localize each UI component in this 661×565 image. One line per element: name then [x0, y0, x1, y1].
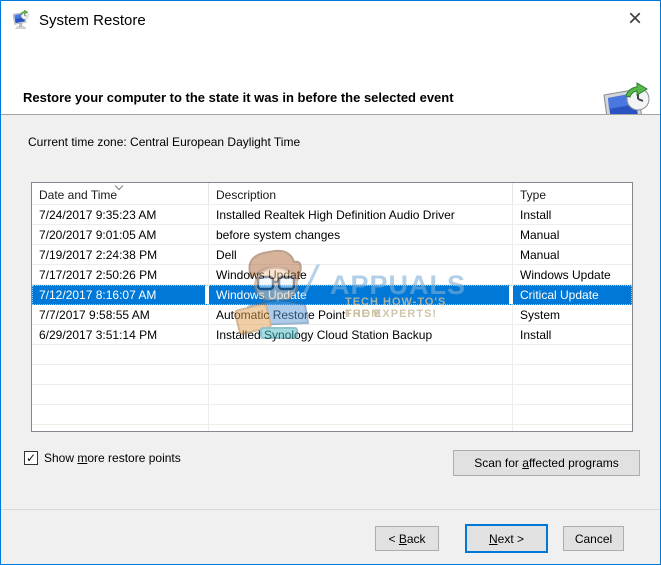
table-row[interactable]: 7/19/2017 2:24:38 PMDellManual	[32, 245, 632, 265]
cell-description	[209, 345, 513, 365]
column-header-date[interactable]: Date and Time	[32, 183, 209, 204]
footer-separator	[1, 509, 661, 510]
cell-date: 7/7/2017 9:58:55 AM	[32, 305, 209, 325]
cell-description: Installed Synology Cloud Station Backup	[209, 325, 513, 345]
close-icon[interactable]: ×	[620, 4, 650, 34]
scan-affected-programs-button[interactable]: Scan for affected programs	[453, 450, 640, 476]
cell-date	[32, 345, 209, 365]
cell-type	[513, 385, 632, 405]
back-button[interactable]: < Back	[375, 526, 439, 551]
show-more-restore-points-checkbox[interactable]: ✓ Show more restore points	[24, 451, 181, 465]
column-header-description[interactable]: Description	[209, 183, 513, 204]
cell-date: 7/24/2017 9:35:23 AM	[32, 205, 209, 225]
table-row[interactable]: 7/24/2017 9:35:23 AMInstalled Realtek Hi…	[32, 205, 632, 225]
next-button[interactable]: Next >	[465, 524, 548, 553]
sort-descending-icon	[116, 185, 124, 191]
cell-type: Manual	[513, 245, 632, 265]
cell-description: Windows Update	[209, 265, 513, 285]
cell-date	[32, 365, 209, 385]
system-restore-icon	[11, 10, 31, 30]
cell-type	[513, 425, 632, 432]
table-empty-row	[32, 385, 632, 405]
cell-description	[209, 365, 513, 385]
cell-type	[513, 405, 632, 425]
cell-description: Automatic Restore Point	[209, 305, 513, 325]
table-empty-row	[32, 345, 632, 365]
table-empty-row	[32, 405, 632, 425]
timezone-label: Current time zone: Central European Dayl…	[28, 135, 300, 149]
cell-description: before system changes	[209, 225, 513, 245]
cell-type: System	[513, 305, 632, 325]
page-title: Restore your computer to the state it wa…	[23, 90, 454, 105]
table-row[interactable]: 7/17/2017 2:50:26 PMWindows UpdateWindow…	[32, 265, 632, 285]
checkbox-label: Show more restore points	[44, 451, 181, 465]
table-header-row: Date and Time Description Type	[32, 183, 632, 205]
cancel-button[interactable]: Cancel	[563, 526, 624, 551]
cell-type: Critical Update	[513, 285, 632, 305]
cell-type: Install	[513, 205, 632, 225]
titlebar: System Restore ×	[1, 1, 660, 41]
cell-description	[209, 425, 513, 432]
table-body: 7/24/2017 9:35:23 AMInstalled Realtek Hi…	[32, 205, 632, 432]
cell-type	[513, 345, 632, 365]
cell-date: 6/29/2017 3:51:14 PM	[32, 325, 209, 345]
cell-description	[209, 385, 513, 405]
checkmark-icon: ✓	[26, 452, 36, 464]
cell-type: Install	[513, 325, 632, 345]
cell-description: Windows Update	[209, 285, 513, 305]
cell-date	[32, 385, 209, 405]
cell-type	[513, 365, 632, 385]
restore-points-table[interactable]: Date and Time Description Type 7/24/2017…	[31, 182, 633, 432]
cell-type: Manual	[513, 225, 632, 245]
header-band: Restore your computer to the state it wa…	[1, 41, 660, 114]
cell-date	[32, 425, 209, 432]
table-row[interactable]: 7/12/2017 8:16:07 AMWindows UpdateCritic…	[32, 285, 632, 305]
cell-description: Dell	[209, 245, 513, 265]
cell-date: 7/17/2017 2:50:26 PM	[32, 265, 209, 285]
column-header-type[interactable]: Type	[513, 183, 632, 204]
cell-type: Windows Update	[513, 265, 632, 285]
cell-date: 7/20/2017 9:01:05 AM	[32, 225, 209, 245]
cell-date: 7/19/2017 2:24:38 PM	[32, 245, 209, 265]
table-empty-row	[32, 425, 632, 432]
window-title: System Restore	[39, 12, 146, 29]
table-row[interactable]: 7/7/2017 9:58:55 AMAutomatic Restore Poi…	[32, 305, 632, 325]
cell-description: Installed Realtek High Definition Audio …	[209, 205, 513, 225]
checkbox-box[interactable]: ✓	[24, 451, 38, 465]
cell-date: 7/12/2017 8:16:07 AM	[32, 285, 209, 305]
table-empty-row	[32, 365, 632, 385]
table-row[interactable]: 7/20/2017 9:01:05 AMbefore system change…	[32, 225, 632, 245]
system-restore-window: System Restore × Restore your computer t…	[0, 0, 661, 565]
cell-description	[209, 405, 513, 425]
cell-date	[32, 405, 209, 425]
table-row[interactable]: 6/29/2017 3:51:14 PMInstalled Synology C…	[32, 325, 632, 345]
